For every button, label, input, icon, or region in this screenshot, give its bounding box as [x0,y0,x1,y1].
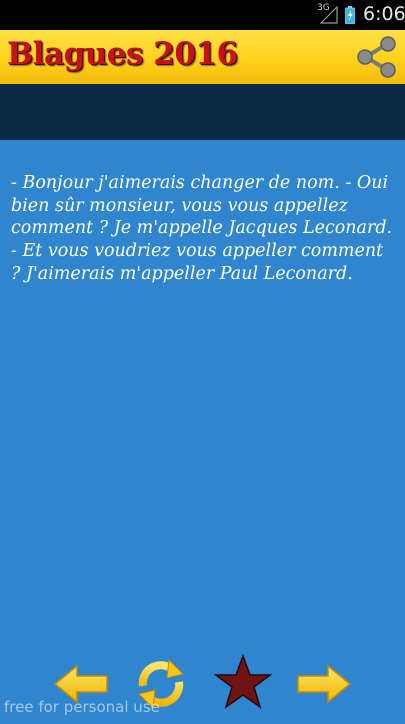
next-button[interactable] [296,664,352,704]
clock: 6:06 [363,3,405,25]
share-icon [357,36,396,78]
share-button[interactable] [354,34,400,80]
signal-icon [319,6,338,24]
favorite-button[interactable] [213,653,273,712]
battery-icon [345,6,355,24]
app-title: Blagues 2016 [7,36,238,72]
star-icon [213,653,273,709]
status-bar: 3G 6:06 [0,0,405,30]
watermark: free for personal use [4,698,160,716]
ad-banner-area [0,84,405,140]
app-header: Blagues 2016 [0,30,405,84]
joke-text: - Bonjour j'aimerais changer de nom. - O… [11,173,393,284]
arrow-right-icon [297,664,352,704]
